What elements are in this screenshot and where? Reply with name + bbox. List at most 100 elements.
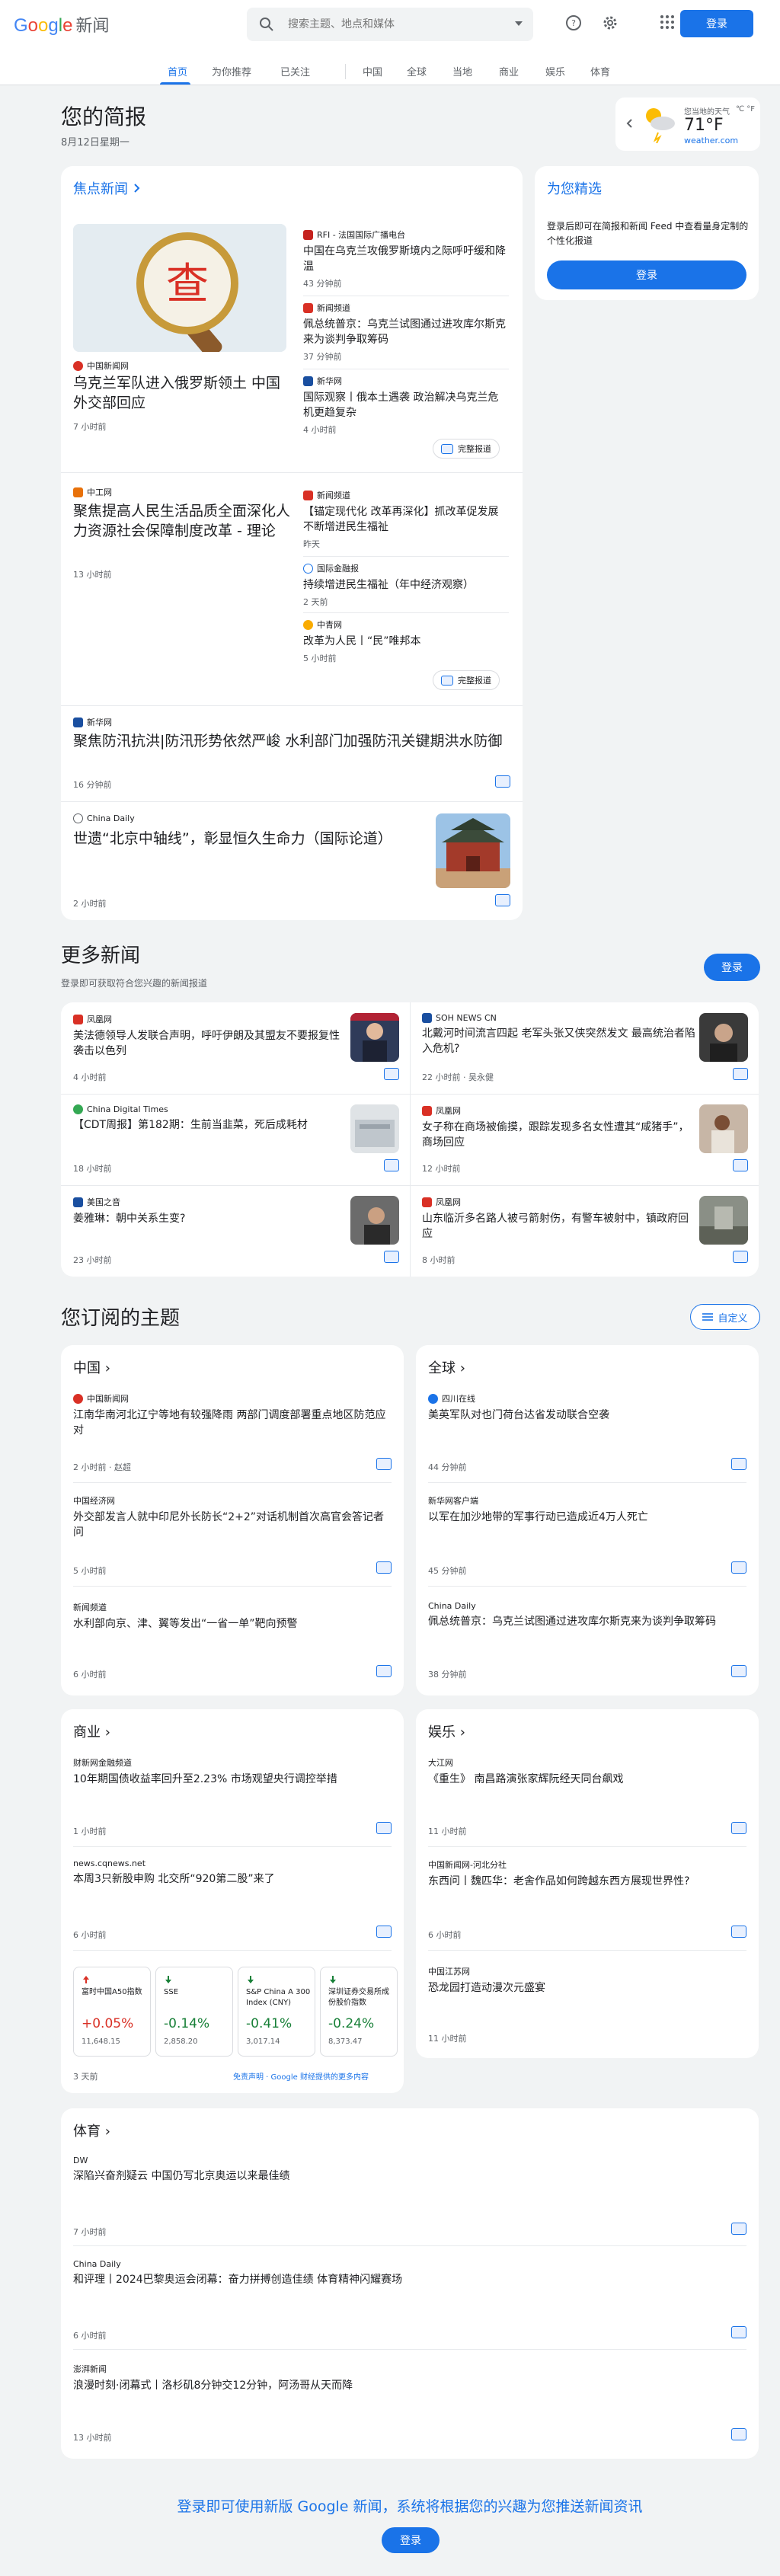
full-coverage-icon[interactable]: [733, 1159, 748, 1171]
story-headline[interactable]: 和评理丨2024巴黎奥运会闭幕：奋力拼搏创造佳绩 体育精神闪耀赛场: [73, 2272, 728, 2287]
chevron-left-icon[interactable]: [626, 119, 632, 128]
full-coverage-button[interactable]: 完整报道: [433, 439, 500, 459]
story-headline[interactable]: 《重生》 南昌路演张家辉阮经天同台飙戏: [428, 1772, 745, 1787]
topic-heading[interactable]: 全球 ›: [428, 1357, 465, 1377]
tab-for-you[interactable]: 为你推荐: [212, 64, 251, 78]
more-news-signin-button[interactable]: 登录: [704, 954, 760, 981]
tab-local[interactable]: 当地: [452, 64, 472, 78]
full-coverage-icon[interactable]: [376, 1926, 392, 1938]
story-thumbnail[interactable]: [350, 1104, 399, 1153]
story-headline[interactable]: 以军在加沙地带的军事行动已造成近4万人死亡: [428, 1510, 745, 1525]
story-thumbnail[interactable]: [350, 1196, 399, 1245]
search-icon[interactable]: [259, 17, 274, 32]
full-coverage-icon[interactable]: [731, 1926, 746, 1938]
unit-celsius[interactable]: ℃: [736, 105, 744, 113]
full-coverage-icon[interactable]: [376, 1561, 392, 1574]
topic-heading[interactable]: 娱乐 ›: [428, 1721, 465, 1741]
full-coverage-icon[interactable]: [376, 1458, 392, 1470]
topic-heading[interactable]: 商业 ›: [73, 1721, 110, 1741]
story-headline[interactable]: 中国在乌克兰攻俄罗斯境内之际呼吁缓和降温: [303, 244, 509, 274]
story-thumbnail[interactable]: [699, 1196, 748, 1245]
story-headline[interactable]: 深陷兴奋剂疑云 中国仍写北京奥运以来最佳绩: [73, 2169, 728, 2184]
full-coverage-icon[interactable]: [376, 1665, 392, 1677]
chevron-down-icon[interactable]: [515, 21, 523, 26]
story-headline[interactable]: 乌克兰军队进入俄罗斯领土 中国外交部回应: [73, 373, 286, 413]
story-headline[interactable]: 山东临沂多名路人被弓箭射伤，有警车被射中，镇政府回应: [422, 1211, 696, 1242]
story-headline[interactable]: 佩总统普京：乌克兰试图通过进攻库尔斯克来为谈判争取筹码: [428, 1614, 745, 1629]
market-disclaimer-link[interactable]: 免责声明 · Google 财经提供的更多内容: [233, 2070, 369, 2082]
story-thumbnail[interactable]: [350, 1013, 399, 1062]
full-coverage-icon[interactable]: [384, 1159, 399, 1171]
story-headline[interactable]: 10年期国债收益率回升至2.23% 市场观望央行调控举措: [73, 1772, 347, 1787]
market-tile[interactable]: 富时中国A50指数 +0.05% 11,648.15: [73, 1967, 151, 2057]
story-headline[interactable]: 美英军队对也门荷台达省发动联合空袭: [428, 1408, 745, 1423]
full-coverage-icon[interactable]: [731, 2223, 746, 2235]
unit-fahrenheit[interactable]: °F: [746, 105, 755, 113]
market-tile[interactable]: SSE -0.14% 2,858.20: [155, 1967, 233, 2057]
search-input[interactable]: [288, 8, 494, 41]
market-tile[interactable]: 深圳证券交易所成份股价指数 -0.24% 8,373.47: [320, 1967, 398, 2057]
full-coverage-icon[interactable]: [731, 1458, 746, 1470]
story-headline[interactable]: 恐龙园打造动漫次元盛宴: [428, 1980, 745, 1996]
story-thumbnail[interactable]: [436, 813, 510, 888]
temp-unit-toggle[interactable]: ℃ °F: [736, 105, 755, 113]
story-headline[interactable]: 江南华南河北辽宁等地有较强降雨 两部门调度部署重点地区防范应对: [73, 1408, 390, 1438]
story-thumbnail[interactable]: 查: [73, 224, 286, 352]
story-headline[interactable]: 美法德领导人发联合声明，呼吁伊朗及其盟友不要报复性袭击以色列: [73, 1028, 347, 1059]
full-coverage-icon[interactable]: [376, 1822, 392, 1834]
search-box[interactable]: [247, 8, 533, 41]
story-headline[interactable]: 【CDT周报】第182期：生前当韭菜，死后成耗材: [73, 1117, 347, 1133]
full-coverage-icon[interactable]: [384, 1251, 399, 1263]
full-coverage-icon[interactable]: [733, 1068, 748, 1080]
story-headline[interactable]: 女子称在商场被偷摸，跟踪发现多名女性遭其“咸猪手”，商场回应: [422, 1120, 696, 1150]
customize-button[interactable]: 自定义: [690, 1304, 760, 1330]
for-you-signin-button[interactable]: 登录: [547, 260, 746, 289]
full-coverage-icon[interactable]: [731, 1561, 746, 1574]
story-headline[interactable]: 佩总统普京：乌克兰试图通过进攻库尔斯克来为谈判争取筹码: [303, 317, 509, 347]
story-headline[interactable]: 外交部发言人就中印尼外长防长“2+2”对话机制首次高官会答记者问: [73, 1510, 390, 1540]
story-headline[interactable]: 持续增进民生福祉（年中经济观察）: [303, 577, 509, 593]
full-coverage-icon[interactable]: [731, 2326, 746, 2338]
story-thumbnail[interactable]: [699, 1104, 748, 1153]
story-headline[interactable]: 改革为人民丨“民”唯邦本: [303, 634, 509, 649]
market-tile[interactable]: S&P China A 300 Index (CNY) -0.41% 3,017…: [238, 1967, 315, 2057]
full-coverage-icon[interactable]: [731, 1822, 746, 1834]
full-coverage-icon[interactable]: [495, 775, 510, 788]
tab-sports[interactable]: 体育: [590, 64, 610, 78]
apps-grid-icon[interactable]: [660, 14, 675, 30]
top-stories-heading[interactable]: 焦点新闻: [73, 178, 140, 198]
tab-china[interactable]: 中国: [363, 64, 382, 78]
story-headline[interactable]: 水利部向京、津、翼等发出“一省一单”靶向预警: [73, 1616, 390, 1632]
tab-world[interactable]: 全球: [407, 64, 427, 78]
google-news-logo[interactable]: Google 新闻: [14, 12, 109, 37]
gear-icon[interactable]: [602, 14, 619, 31]
story-thumbnail[interactable]: [699, 1013, 748, 1062]
help-icon[interactable]: ?: [565, 14, 582, 31]
footer-signin-button[interactable]: 登录: [382, 2527, 440, 2553]
full-coverage-icon[interactable]: [733, 1251, 748, 1263]
full-coverage-icon[interactable]: [731, 2428, 746, 2440]
story-headline[interactable]: 国际观察丨俄本土遇袭 政治解决乌克兰危机更趋复杂: [303, 390, 509, 420]
story-headline[interactable]: 【锚定现代化 改革再深化】抓改革促发展 不断增进民生福祉: [303, 504, 509, 535]
topic-heading[interactable]: 中国 ›: [73, 1357, 110, 1377]
story-headline[interactable]: 姜雅琳：朝中关系生变?: [73, 1211, 347, 1226]
story-headline[interactable]: 北戴河时间流言四起 老军头张又侠突然发文 最高统治者陷入危机?: [422, 1026, 696, 1056]
tab-business[interactable]: 商业: [499, 64, 519, 78]
tab-following[interactable]: 已关注: [280, 64, 310, 78]
topic-heading[interactable]: 体育 ›: [73, 2121, 110, 2140]
full-coverage-icon[interactable]: [495, 894, 510, 906]
tab-entertainment[interactable]: 娱乐: [545, 64, 565, 78]
weather-widget[interactable]: 您当地的天气 71°F ℃ °F weather.com: [615, 97, 760, 151]
story-headline[interactable]: 世遗“北京中轴线”，彰显恒久生命力（国际论道）: [73, 829, 416, 849]
full-coverage-button[interactable]: 完整报道: [433, 670, 500, 690]
signin-button[interactable]: 登录: [680, 10, 753, 37]
story-headline[interactable]: 本周3只新股申购 北交所“920第二股”来了: [73, 1871, 390, 1887]
story-headline[interactable]: 聚焦提高人民生活品质全面深化人力资源社会保障制度改革 - 理论: [73, 501, 294, 541]
story-headline[interactable]: 浪漫时刻·闭幕式丨洛杉矶8分钟交12分钟，阿汤哥从天而降: [73, 2378, 728, 2393]
full-coverage-icon[interactable]: [384, 1068, 399, 1080]
tab-home[interactable]: 首页: [168, 64, 187, 78]
full-coverage-icon[interactable]: [731, 1665, 746, 1677]
weather-source-link[interactable]: weather.com: [684, 136, 738, 145]
story-headline[interactable]: 东西问丨魏匹华：老舍作品如何跨越东西方展现世界性?: [428, 1874, 745, 1889]
story-headline[interactable]: 聚焦防汛抗洪|防汛形势依然严峻 水利部门加强防汛关键期洪水防御: [73, 731, 507, 751]
